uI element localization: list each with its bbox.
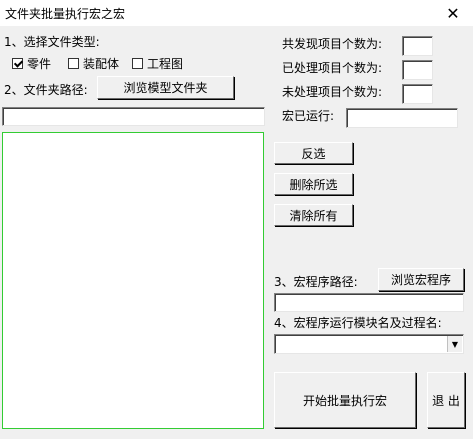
checkbox-drawing[interactable]: 工程图 — [132, 55, 183, 72]
checkbox-part-box[interactable] — [12, 58, 23, 69]
found-count-field — [402, 36, 433, 56]
browse-folder-button[interactable]: 浏览模型文件夹 — [97, 76, 234, 99]
folder-path-label: 2、文件夹路径: — [4, 83, 88, 97]
checkbox-assembly-label: 装配体 — [83, 57, 120, 71]
checkbox-assembly-box[interactable] — [68, 58, 79, 69]
checkbox-drawing-label: 工程图 — [147, 57, 184, 71]
folder-path-input[interactable] — [2, 107, 265, 126]
checkbox-part[interactable]: 零件 — [12, 55, 51, 72]
unprocessed-count-label: 未处理项目个数为: — [282, 85, 383, 99]
window-title: 文件夹批量执行宏之宏 — [5, 7, 126, 21]
close-icon[interactable]: ✕ — [438, 0, 468, 26]
checkbox-drawing-box[interactable] — [132, 58, 143, 69]
invert-selection-button[interactable]: 反选 — [274, 142, 353, 164]
checkbox-part-label: 零件 — [27, 57, 52, 71]
clear-all-button[interactable]: 清除所有 — [274, 204, 353, 226]
found-count-label: 共发现项目个数为: — [282, 37, 383, 51]
checkbox-assembly[interactable]: 装配体 — [68, 55, 119, 72]
macro-module-select[interactable]: ▼ — [274, 334, 464, 354]
macro-module-label: 4、宏程序运行模块名及过程名: — [274, 316, 442, 330]
macro-path-input[interactable] — [274, 293, 464, 312]
delete-selected-button[interactable]: 删除所选 — [274, 173, 353, 195]
file-type-label: 1、选择文件类型: — [4, 35, 100, 49]
dropdown-arrow-icon[interactable]: ▼ — [447, 336, 462, 352]
unprocessed-count-field — [402, 84, 433, 104]
processed-count-label: 已处理项目个数为: — [282, 61, 383, 75]
macro-ran-label: 宏已运行: — [282, 109, 335, 123]
macro-ran-field — [346, 108, 458, 128]
macro-path-label: 3、宏程序路径: — [274, 275, 358, 289]
browse-macro-button[interactable]: 浏览宏程序 — [378, 268, 464, 291]
processed-count-field — [402, 60, 433, 80]
file-list[interactable] — [2, 132, 264, 429]
exit-button[interactable]: 退 出 — [427, 372, 465, 428]
start-batch-button[interactable]: 开始批量执行宏 — [274, 372, 416, 428]
